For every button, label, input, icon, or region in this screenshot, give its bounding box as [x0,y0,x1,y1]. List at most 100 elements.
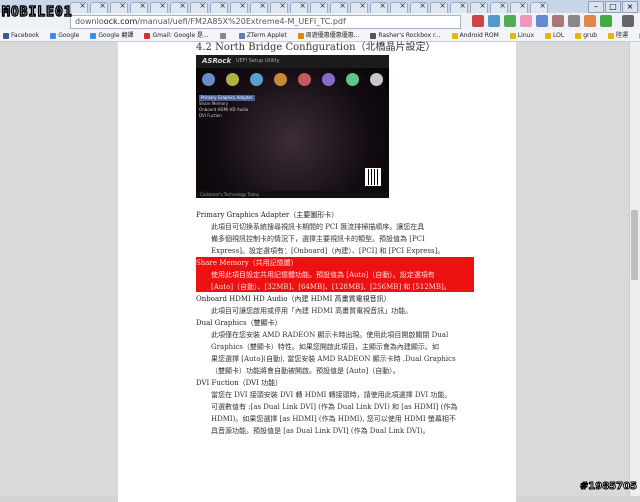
extension-icon[interactable] [504,15,516,27]
uefi-brand: ASRock [202,57,232,65]
tab-close-icon[interactable]: × [479,1,486,10]
browser-tab[interactable]: × [450,1,468,13]
browser-tab[interactable]: × [170,1,188,13]
vertical-scrollbar[interactable] [629,42,640,496]
item-title: Dual Graphics（雙顯卡） [196,319,282,327]
extension-icon[interactable] [568,15,580,27]
tab-close-icon[interactable]: × [419,1,426,10]
maximize-button[interactable]: □ [605,1,621,13]
browser-tab[interactable]: × [330,1,348,13]
uefi-icon-row [196,68,389,90]
item-title: DVI Fuction（DVI 功能） [196,379,283,387]
extension-icon[interactable] [584,15,596,27]
tab-close-icon[interactable]: × [199,1,206,10]
tab-close-icon[interactable]: × [399,1,406,10]
tab-close-icon[interactable]: × [379,1,386,10]
tab-close-icon[interactable]: × [79,1,86,10]
bookmark-icon [451,32,458,39]
browser-tab[interactable]: × [150,1,168,13]
browser-tab[interactable]: × [510,1,528,13]
browser-tab[interactable]: × [130,1,148,13]
browser-tab[interactable]: × [490,1,508,13]
section-heading: 4.2 North Bridge Configuration（北橋晶片設定） [196,42,436,53]
tab-close-icon[interactable]: × [279,1,286,10]
browser-tab[interactable]: × [430,1,448,13]
uefi-menu: Primary Graphics Adapter Share Memory On… [199,95,255,119]
item-text: 當您在 DVI 接頭安裝 DVI 轉 HDMI 轉接頭時，請使用此項選擇 DVI… [211,391,452,399]
bookmark-item[interactable]: Android ROM [449,30,499,41]
tab-close-icon[interactable]: × [259,1,266,10]
tab-close-icon[interactable]: × [339,1,346,10]
extension-icon[interactable] [488,15,500,27]
browser-tab[interactable]: × [110,1,128,13]
browser-tab[interactable]: × [310,1,328,13]
item-text: Express]。設定選項有：[Onboard]（內建）、[PCI] 和 [PC… [211,247,445,255]
close-window-button[interactable]: × [622,1,638,13]
bookmark-icon [509,32,516,39]
tab-bar: × × × × × × × × × × × × × × × × × × × × × × × × – □ × [0,0,640,13]
url-prefix: downlo [75,17,104,26]
item-title: Primary Graphics Adapter（主要圖形卡） [196,211,339,219]
bookmark-icon [144,32,151,39]
tab-close-icon[interactable]: × [99,1,106,10]
url-field[interactable]: downloock.com/manual/uefi/FM2A85X%20Extr… [70,15,461,29]
scrollbar-thumb[interactable] [631,210,638,280]
uefi-screenshot: ASRock UEFI Setup Utility Primary Graphi… [196,55,389,198]
browser-tab[interactable]: × [470,1,488,13]
bookmark-item[interactable]: Facebook [0,30,39,41]
security-icon [346,72,360,86]
bookmark-item[interactable]: Google [47,30,79,41]
tab-close-icon[interactable]: × [119,1,126,10]
window-controls: – □ × [588,1,638,13]
bookmark-icon [575,32,582,39]
tab-close-icon[interactable]: × [499,1,506,10]
bookmark-item[interactable]: 陸運 [605,30,628,41]
tab-close-icon[interactable]: × [519,1,526,10]
browser-tab[interactable]: × [290,1,308,13]
uefi-footer: Customer's Technology Today [196,191,389,198]
extension-icon[interactable] [552,15,564,27]
tab-close-icon[interactable]: × [539,1,546,10]
menu-icon[interactable] [622,15,634,27]
hw-monitor-icon [298,72,312,86]
extension-icon[interactable] [600,15,612,27]
bookmark-label: grub [583,32,598,39]
bookmark-item[interactable]: Google 翻譯 [87,30,133,41]
bookmark-label: LOL [553,32,565,39]
browser-tab[interactable]: × [350,1,368,13]
browser-tab[interactable]: × [410,1,428,13]
tab-close-icon[interactable]: × [159,1,166,10]
extension-icon[interactable] [472,15,484,27]
item-text: 此項目可切換系統搜尋視訊卡期間的 PCI 匯流排掃描順序。讓您在具 [211,223,425,231]
tab-close-icon[interactable]: × [139,1,146,10]
tab-close-icon[interactable]: × [219,1,226,10]
tab-close-icon[interactable]: × [179,1,186,10]
item-text: Graphics（雙顯卡）特性。如果您開啟此項目，主顯示會為內建顯示。如 [211,343,439,351]
minimize-button[interactable]: – [588,1,604,13]
item-text: 此項僅在您安裝 AMD RADEON 顯示卡時出現。使用此項目開啟關閉 Dual [211,331,449,339]
browser-tab[interactable]: × [90,1,108,13]
tab-close-icon[interactable]: × [439,1,446,10]
browser-tab[interactable]: × [210,1,228,13]
browser-tab[interactable]: × [530,1,548,13]
browser-tab[interactable]: × [230,1,248,13]
bookmark-item[interactable]: 網頁 [636,30,640,41]
tab-close-icon[interactable]: × [299,1,306,10]
bookmark-label: Android ROM [459,32,499,39]
browser-tab[interactable]: × [390,1,408,13]
advanced-icon [249,72,263,86]
extension-icon[interactable] [520,15,532,27]
browser-tab[interactable]: × [370,1,388,13]
extension-icon[interactable] [536,15,548,27]
tab-close-icon[interactable]: × [359,1,366,10]
bookmark-item[interactable]: grub [572,30,597,41]
browser-tab[interactable]: × [250,1,268,13]
browser-tab[interactable]: × [190,1,208,13]
bookmark-item[interactable]: Linux [507,30,534,41]
tab-close-icon[interactable]: × [239,1,246,10]
qr-code [365,168,381,186]
tab-close-icon[interactable]: × [459,1,466,10]
tab-close-icon[interactable]: × [319,1,326,10]
bookmark-item[interactable]: LOL [542,30,564,41]
browser-tab[interactable]: × [270,1,288,13]
